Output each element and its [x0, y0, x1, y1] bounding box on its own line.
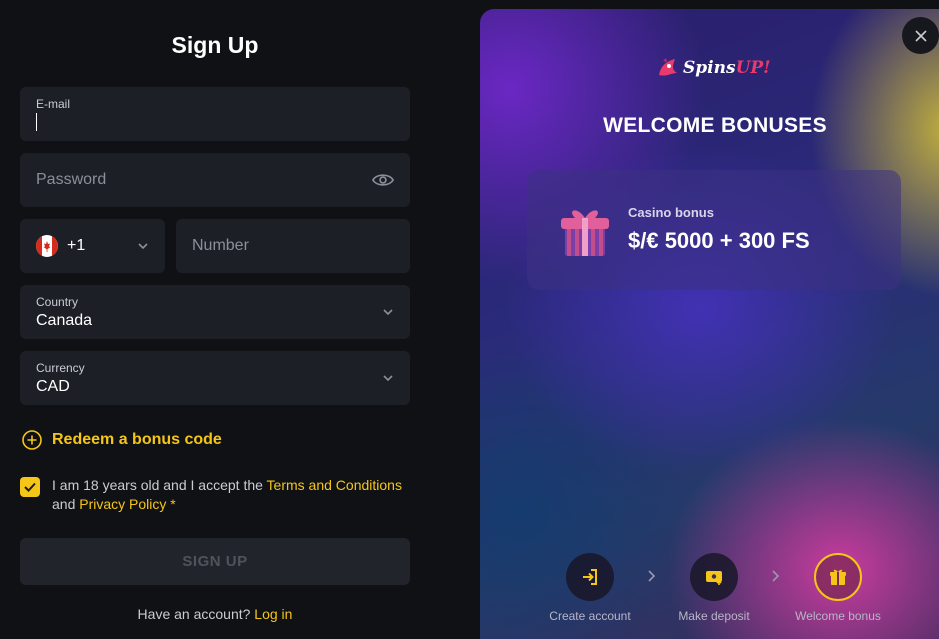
login-link[interactable]: Log in	[254, 606, 292, 622]
password-placeholder: Password	[36, 171, 107, 188]
step-create-account	[566, 553, 614, 601]
phone-code-value: +1	[67, 237, 86, 254]
close-icon	[914, 29, 927, 42]
email-field[interactable]: E-mail	[20, 87, 410, 141]
step-make-deposit	[690, 553, 738, 601]
currency-select[interactable]: Currency CAD	[20, 351, 410, 405]
login-prompt: Have an account? Log in	[0, 606, 430, 622]
redeem-label: Redeem a bonus code	[52, 431, 222, 448]
text-cursor	[36, 113, 37, 131]
terms-text: I am 18 years old and I accept the Terms…	[52, 476, 412, 514]
gift-icon	[830, 569, 846, 585]
terms-and: and	[52, 496, 80, 512]
redeem-bonus-code-link[interactable]: Redeem a bonus code	[22, 430, 222, 450]
terms-link[interactable]: Terms and Conditions	[267, 477, 402, 493]
login-arrow-icon	[583, 569, 597, 585]
phone-code-select[interactable]: +1	[20, 219, 165, 273]
phone-number-input[interactable]: Number	[176, 219, 410, 273]
bonus-amount: $/€ 5000 + 300 FS	[628, 228, 810, 253]
chevron-down-icon	[383, 309, 393, 316]
chevron-down-icon	[138, 243, 148, 250]
wallet-icon	[706, 571, 722, 585]
welcome-bonuses-heading: WELCOME BONUSES	[603, 114, 827, 137]
canada-flag-icon	[36, 235, 58, 257]
eye-icon[interactable]	[372, 172, 394, 188]
step-label: Welcome bonus	[795, 609, 881, 623]
promo-panel: SpinsUP! WELCOME BONUSES Casino bonus $/…	[480, 9, 939, 639]
password-field[interactable]: Password	[20, 153, 410, 207]
required-mark: *	[166, 496, 176, 512]
page-title: Sign Up	[171, 32, 259, 58]
logo-mascot-icon	[659, 58, 677, 76]
chevron-right-icon	[772, 570, 780, 582]
logo-text-main: Spins	[683, 58, 736, 78]
close-button[interactable]	[902, 17, 939, 54]
terms-prefix: I am 18 years old and I accept the	[52, 477, 267, 493]
bonus-label: Casino bonus	[628, 205, 714, 220]
terms-checkbox[interactable]	[20, 477, 40, 497]
casino-bonus-card: Casino bonus $/€ 5000 + 300 FS	[527, 170, 901, 290]
signup-panel: Sign Up E-mail Password +1 Number Countr…	[0, 0, 480, 639]
logo-text: SpinsUP!	[683, 58, 771, 78]
currency-label: Currency	[36, 361, 85, 375]
step-label: Create account	[549, 609, 631, 623]
country-label: Country	[36, 295, 79, 309]
step-welcome-bonus	[814, 553, 862, 601]
country-select[interactable]: Country Canada	[20, 285, 410, 339]
logo-text-accent: UP!	[735, 58, 771, 78]
chevron-down-icon	[383, 375, 393, 382]
step-label: Make deposit	[678, 609, 750, 623]
have-account-text: Have an account?	[137, 606, 255, 622]
currency-value: CAD	[36, 378, 70, 395]
chevron-right-icon	[648, 570, 656, 582]
checkmark-icon	[24, 482, 36, 492]
sign-up-button[interactable]: SIGN UP	[20, 538, 410, 585]
number-placeholder: Number	[192, 237, 249, 254]
brand-logo: SpinsUP!	[655, 55, 771, 81]
privacy-link[interactable]: Privacy Policy	[79, 496, 166, 512]
country-value: Canada	[36, 312, 93, 329]
plus-circle-icon	[22, 430, 42, 450]
email-label: E-mail	[36, 97, 71, 111]
gift-box-icon	[561, 210, 609, 256]
